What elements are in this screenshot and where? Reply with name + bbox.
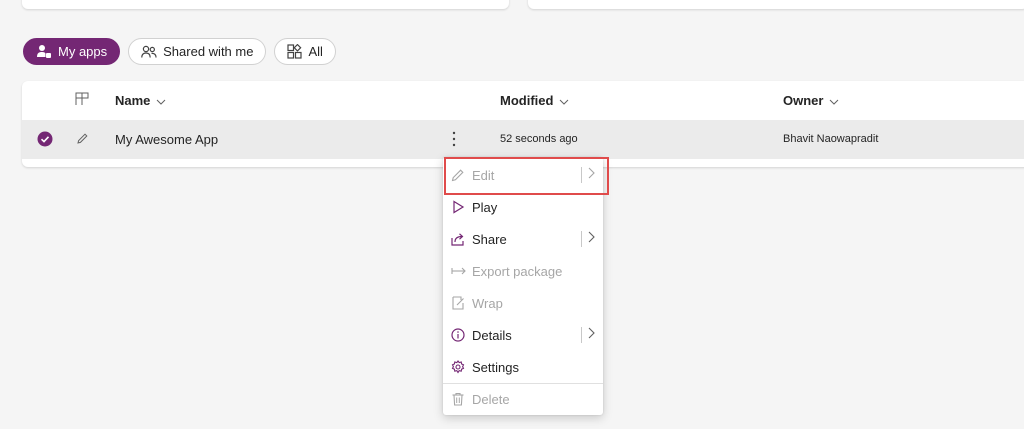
column-header-owner[interactable]: Owner — [783, 93, 839, 108]
chevron-down-icon — [156, 93, 166, 108]
filter-all-button[interactable]: All — [274, 38, 336, 65]
menu-item-play[interactable]: Play — [443, 191, 603, 223]
chevron-down-icon — [829, 93, 839, 108]
column-options-icon[interactable] — [75, 92, 89, 106]
export-arrow-icon — [451, 264, 466, 278]
menu-item-label: Delete — [472, 392, 510, 407]
people-icon — [141, 45, 157, 59]
menu-item-export-package[interactable]: Export package — [443, 255, 603, 287]
top-card-right — [528, 0, 1024, 9]
filter-my-apps-button[interactable]: My apps — [23, 38, 121, 65]
filter-label: My apps — [58, 44, 108, 59]
row-selected-check-icon[interactable] — [37, 131, 53, 150]
column-header-modified-label: Modified — [500, 93, 554, 108]
table-row[interactable]: My Awesome App 52 seconds ago Bhavit Nao… — [22, 120, 1024, 159]
menu-item-share[interactable]: Share — [443, 223, 603, 255]
column-header-owner-label: Owner — [783, 93, 824, 108]
apps-grid: Name Modified Owner My Awesome App 52 se… — [22, 81, 1024, 167]
filter-shared-with-me-button[interactable]: Shared with me — [128, 38, 267, 65]
wrap-icon — [451, 296, 465, 310]
chevron-down-icon — [559, 93, 569, 108]
menu-item-label: Share — [472, 232, 507, 247]
play-icon — [451, 200, 465, 214]
gear-icon — [451, 360, 465, 374]
column-header-name-label: Name — [115, 93, 151, 108]
user-apps-icon — [36, 44, 52, 60]
column-header-name[interactable]: Name — [115, 93, 166, 108]
menu-item-label: Play — [472, 200, 498, 215]
menu-item-label: Details — [472, 328, 512, 343]
row-owner: Bhavit Naowapradit — [783, 133, 879, 145]
menu-item-label: Settings — [472, 360, 519, 375]
grid-header: Name Modified Owner — [22, 81, 1024, 120]
chevron-right-icon — [581, 231, 595, 247]
info-icon — [451, 328, 465, 342]
filter-label: All — [308, 44, 323, 59]
apps-grid-icon — [287, 44, 303, 59]
menu-item-edit[interactable]: Edit — [443, 159, 603, 191]
menu-item-label: Edit — [472, 168, 495, 183]
menu-item-settings[interactable]: Settings — [443, 351, 603, 383]
trash-icon — [451, 392, 465, 406]
chevron-right-icon — [581, 167, 595, 183]
menu-item-label: Export package — [472, 264, 563, 279]
filter-label: Shared with me — [163, 44, 254, 59]
chevron-right-icon — [581, 327, 595, 343]
column-header-modified[interactable]: Modified — [500, 93, 569, 108]
more-options-icon[interactable] — [451, 130, 457, 151]
context-menu: Edit Play Share Export package Wrap Deta… — [443, 157, 603, 415]
menu-item-delete[interactable]: Delete — [443, 383, 603, 415]
pencil-icon — [76, 132, 89, 148]
menu-item-wrap[interactable]: Wrap — [443, 287, 603, 319]
menu-item-details[interactable]: Details — [443, 319, 603, 351]
menu-item-label: Wrap — [472, 296, 503, 311]
share-icon — [451, 232, 465, 246]
top-card-left — [22, 0, 509, 9]
filter-pills: My apps Shared with me All — [23, 38, 336, 65]
row-app-name[interactable]: My Awesome App — [115, 132, 218, 147]
pencil-icon — [451, 168, 465, 182]
row-modified: 52 seconds ago — [500, 133, 578, 145]
